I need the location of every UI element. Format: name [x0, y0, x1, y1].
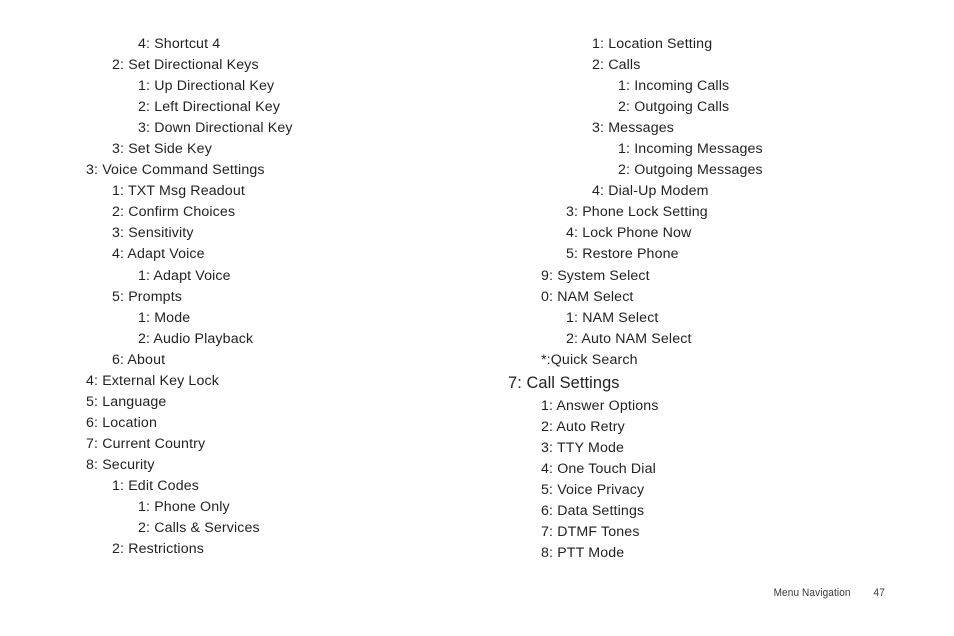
menu-tree-item: 2: Left Directional Key [138, 99, 281, 116]
menu-tree-item: 8: PTT Mode [541, 545, 625, 562]
menu-tree-item: 5: Voice Privacy [541, 481, 645, 498]
menu-tree-item: 1: Edit Codes [112, 477, 200, 494]
menu-tree-item: 1: Up Directional Key [138, 78, 275, 95]
menu-tree-item: 1: Phone Only [138, 499, 230, 516]
menu-tree-item: 5: Prompts [112, 288, 183, 305]
menu-tree-item: 1: Mode [138, 309, 191, 326]
menu-tree-item: 3: TTY Mode [541, 439, 625, 456]
menu-tree-item: 1: Incoming Calls [618, 78, 730, 95]
page-footer: Menu Navigation 47 [773, 586, 884, 600]
footer-page-number: 47 [873, 587, 885, 599]
menu-tree-item: 2: Calls [592, 57, 641, 74]
menu-tree-item: 5: Language [86, 393, 167, 410]
menu-tree-item: 9: System Select [541, 267, 650, 284]
menu-tree-item: 1: NAM Select [566, 309, 659, 326]
menu-tree-left-column: 4: Shortcut 4 2: Set Directional Keys 1: U… [0, 34, 470, 560]
menu-tree-item: 3: Messages [592, 120, 674, 137]
menu-tree-item: 3: Sensitivity [112, 225, 194, 242]
menu-tree-item: 7: Current Country [86, 435, 206, 452]
menu-tree-item: 6: Data Settings [541, 502, 645, 519]
menu-tree-item: 3: Set Side Key [112, 141, 212, 158]
menu-tree-item: 4: Shortcut 4 [138, 36, 221, 52]
manual-page: 4: Shortcut 4 2: Set Directional Keys 1: U… [0, 0, 954, 636]
menu-list-right: 1: Location Setting 2: Calls 1: Incoming C… [470, 34, 954, 564]
menu-list-left: 4: Shortcut 4 2: Set Directional Keys 1: U… [0, 34, 470, 560]
menu-tree-item: 1: Location Setting [592, 36, 713, 52]
menu-tree-item: 3: Voice Command Settings [86, 162, 265, 179]
menu-section-heading: 7: Call Settings [508, 373, 620, 392]
menu-tree-item: 2: Set Directional Keys [112, 57, 259, 74]
menu-tree-item: 1: TXT Msg Readout [112, 183, 245, 200]
menu-tree-item: 4: One Touch Dial [541, 460, 656, 477]
menu-tree-item: 3: Down Directional Key [138, 120, 293, 137]
menu-tree-item: 2: Outgoing Calls [618, 99, 730, 116]
menu-tree-item: 2: Restrictions [112, 541, 205, 558]
menu-tree-item: 1: Answer Options [541, 397, 659, 414]
menu-tree-item: 2: Outgoing Messages [618, 162, 763, 179]
menu-tree-item: 5: Restore Phone [566, 246, 679, 263]
menu-tree-item: 1: Incoming Messages [618, 141, 763, 158]
menu-tree-item: 7: DTMF Tones [541, 524, 640, 541]
menu-tree-item: 2: Auto NAM Select [566, 330, 692, 347]
menu-tree-item: 8: Security [86, 456, 155, 473]
menu-tree-item: 2: Calls & Services [138, 520, 260, 537]
footer-section-label: Menu Navigation [773, 587, 851, 599]
menu-tree-item: *:Quick Search [541, 351, 638, 368]
menu-tree-right-column: 1: Location Setting 2: Calls 1: Incoming C… [470, 34, 954, 564]
menu-tree-item: 2: Confirm Choices [112, 204, 236, 221]
menu-tree-item: 6: About [112, 351, 166, 368]
menu-tree-item: 6: Location [86, 414, 157, 431]
menu-tree-item: 0: NAM Select [541, 288, 634, 305]
menu-tree-item: 3: Phone Lock Setting [566, 204, 708, 221]
menu-tree-item: 4: Dial-Up Modem [592, 183, 709, 200]
menu-tree-item: 4: Lock Phone Now [566, 225, 692, 242]
menu-tree-item: 2: Auto Retry [541, 418, 625, 435]
menu-tree-item: 1: Adapt Voice [138, 267, 231, 284]
menu-tree-item: 2: Audio Playback [138, 330, 254, 347]
menu-tree-item: 4: Adapt Voice [112, 246, 205, 263]
menu-tree-item: 4: External Key Lock [86, 372, 219, 389]
